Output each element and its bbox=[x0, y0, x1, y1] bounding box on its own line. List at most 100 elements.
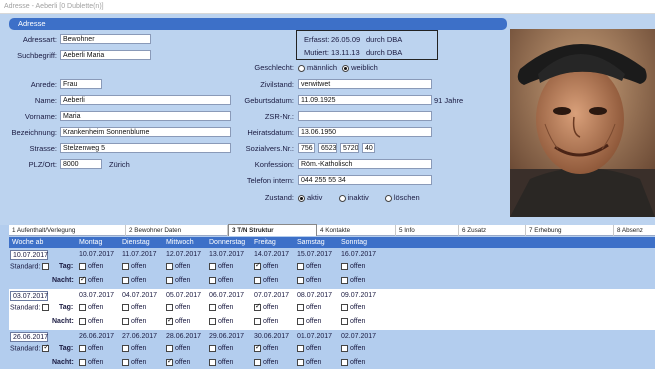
tag-checkbox[interactable] bbox=[209, 263, 216, 270]
week-row: 03.07.2017 Standard: Tag: Nacht: 03.07.2017… bbox=[9, 289, 655, 330]
nacht-checkbox[interactable] bbox=[254, 318, 261, 325]
sv-field-2[interactable]: 6523 bbox=[318, 143, 337, 153]
sv-field-3[interactable]: 5720 bbox=[340, 143, 359, 153]
day-date: 07.07.2017 bbox=[254, 292, 290, 299]
nacht-checkbox[interactable] bbox=[254, 359, 261, 366]
adressart-label: Adressart: bbox=[22, 35, 57, 44]
tag-checkbox[interactable] bbox=[254, 302, 261, 311]
nacht-checkbox[interactable] bbox=[79, 318, 86, 325]
tab-aufenthalt[interactable]: 1 Aufenthalt/Verlegung bbox=[9, 225, 126, 236]
standard-checkbox[interactable] bbox=[42, 263, 50, 270]
tab-bewohner-daten[interactable]: 2 Bewohner Daten bbox=[126, 225, 228, 236]
standard-checkbox[interactable] bbox=[42, 343, 50, 352]
nacht-checkbox[interactable] bbox=[341, 277, 348, 284]
suchbegriff-field[interactable]: Aeberli Maria bbox=[60, 50, 151, 60]
col-mittwoch: Mittwoch bbox=[166, 239, 194, 246]
day-date: 02.07.2017 bbox=[341, 333, 377, 340]
geburtsdatum-field[interactable]: 11.09.1925 bbox=[298, 95, 432, 105]
tag-checkbox[interactable] bbox=[122, 304, 129, 311]
nacht-checkbox[interactable] bbox=[341, 318, 348, 325]
offen-label: offen bbox=[306, 345, 322, 352]
nacht-checkbox[interactable] bbox=[209, 318, 216, 325]
tag-checkbox[interactable] bbox=[297, 345, 304, 352]
nacht-cell: offen bbox=[166, 316, 190, 325]
nacht-checkbox[interactable] bbox=[209, 277, 216, 284]
week-start-field[interactable]: 26.06.2017 bbox=[10, 332, 48, 342]
nacht-checkbox[interactable] bbox=[341, 359, 348, 366]
zsr-field[interactable] bbox=[298, 111, 432, 121]
tag-checkbox[interactable] bbox=[166, 263, 173, 270]
adressart-field[interactable]: Bewohner bbox=[60, 34, 151, 44]
sv-field-4[interactable]: 40 bbox=[362, 143, 375, 153]
nacht-cell: offen bbox=[79, 318, 103, 325]
offen-label: offen bbox=[175, 263, 191, 270]
week-start-field[interactable]: 03.07.2017 bbox=[10, 291, 48, 301]
tag-checkbox[interactable] bbox=[254, 343, 261, 352]
sv-field-1[interactable]: 756 bbox=[298, 143, 315, 153]
standard-checkbox[interactable] bbox=[42, 304, 50, 311]
tag-checkbox[interactable] bbox=[209, 304, 216, 311]
offen-label: offen bbox=[88, 359, 104, 366]
tag-checkbox[interactable] bbox=[341, 345, 348, 352]
zivilstand-field[interactable]: verwitwet bbox=[298, 79, 432, 89]
name-field[interactable]: Aeberli bbox=[60, 95, 231, 105]
tag-checkbox[interactable] bbox=[79, 345, 86, 352]
tag-checkbox[interactable] bbox=[297, 304, 304, 311]
nacht-checkbox[interactable] bbox=[209, 359, 216, 366]
tag-checkbox[interactable] bbox=[209, 345, 216, 352]
telefon-field[interactable]: 044 255 55 34 bbox=[298, 175, 432, 185]
geschlecht-w-radio[interactable] bbox=[342, 64, 350, 72]
tab-zusatz[interactable]: 6 Zusatz bbox=[459, 225, 526, 236]
tag-checkbox[interactable] bbox=[166, 304, 173, 311]
tag-checkbox[interactable] bbox=[341, 304, 348, 311]
geschlecht-group: männlich weiblich bbox=[298, 62, 378, 73]
plz-field[interactable]: 8000 bbox=[60, 159, 102, 169]
plz-label: PLZ/Ort: bbox=[28, 160, 57, 169]
tab-tn-struktur[interactable]: 3 T/N Struktur bbox=[228, 224, 317, 236]
tag-checkbox[interactable] bbox=[341, 263, 348, 270]
zustand-inaktiv-radio[interactable] bbox=[338, 194, 346, 202]
nacht-checkbox[interactable] bbox=[122, 277, 129, 284]
heiratsdatum-field[interactable]: 13.06.1950 bbox=[298, 127, 432, 137]
strasse-field[interactable]: Stelzenweg 5 bbox=[60, 143, 231, 153]
nacht-checkbox[interactable] bbox=[254, 277, 261, 284]
nacht-checkbox[interactable] bbox=[297, 277, 304, 284]
nacht-checkbox[interactable] bbox=[122, 318, 129, 325]
tag-checkbox[interactable] bbox=[79, 263, 86, 270]
tag-checkbox[interactable] bbox=[166, 345, 173, 352]
week-start-field[interactable]: 10.07.2017 bbox=[10, 250, 48, 260]
konfession-field[interactable]: Röm.-Katholisch bbox=[298, 159, 432, 169]
nacht-cell: offen bbox=[209, 359, 233, 366]
day-date: 16.07.2017 bbox=[341, 251, 377, 258]
tag-checkbox[interactable] bbox=[79, 304, 86, 311]
offen-label: offen bbox=[175, 277, 191, 284]
tab-erhebung[interactable]: 7 Erhebung bbox=[526, 225, 614, 236]
nacht-checkbox[interactable] bbox=[166, 357, 173, 366]
anrede-field[interactable]: Frau bbox=[60, 79, 102, 89]
tag-checkbox[interactable] bbox=[122, 263, 129, 270]
tag-label: Tag: bbox=[59, 304, 74, 311]
day-date: 11.07.2017 bbox=[122, 251, 157, 258]
nacht-checkbox[interactable] bbox=[297, 359, 304, 366]
bezeichnung-field[interactable]: Krankenheim Sonnenblume bbox=[60, 127, 231, 137]
tag-checkbox[interactable] bbox=[254, 261, 261, 270]
tab-kontakte[interactable]: 4 Kontakte bbox=[317, 225, 396, 236]
offen-label: offen bbox=[218, 277, 234, 284]
zustand-loeschen-radio[interactable] bbox=[384, 194, 392, 202]
standard-cell: Standard: bbox=[10, 263, 50, 270]
nacht-checkbox[interactable] bbox=[166, 277, 173, 284]
vorname-label: Vorname: bbox=[24, 112, 57, 121]
tag-checkbox[interactable] bbox=[122, 345, 129, 352]
vorname-field[interactable]: Maria bbox=[60, 111, 231, 121]
nacht-checkbox[interactable] bbox=[122, 359, 129, 366]
nacht-checkbox[interactable] bbox=[166, 316, 173, 325]
nacht-checkbox[interactable] bbox=[79, 359, 86, 366]
tab-absenz[interactable]: 8 Absenz bbox=[614, 225, 655, 236]
nacht-checkbox[interactable] bbox=[79, 275, 86, 284]
geschlecht-m-radio[interactable] bbox=[298, 64, 305, 72]
zustand-aktiv-radio[interactable] bbox=[298, 194, 305, 202]
tab-info[interactable]: 5 Info bbox=[396, 225, 459, 236]
geburtsdatum-label: Geburtsdatum: bbox=[244, 96, 294, 105]
tag-checkbox[interactable] bbox=[297, 263, 304, 270]
nacht-checkbox[interactable] bbox=[297, 318, 304, 325]
